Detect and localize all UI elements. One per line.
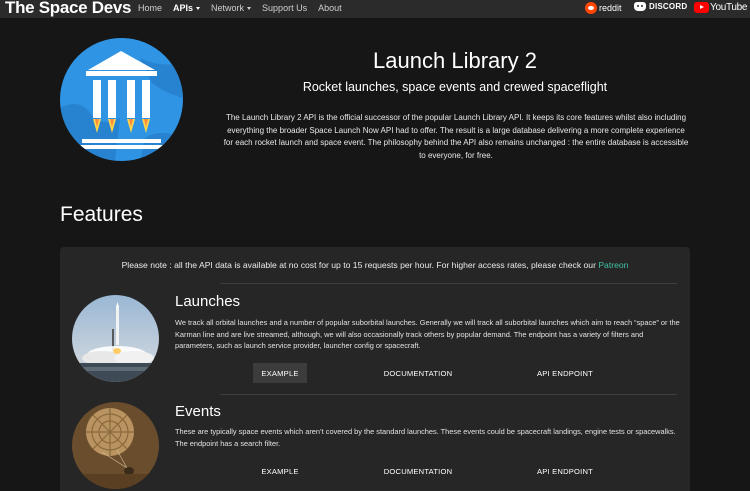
nav-support-us[interactable]: Support Us [262,3,307,13]
youtube-icon [694,2,709,13]
caret-down-icon [196,7,201,11]
page-title: Launch Library 2 [373,48,537,73]
capsule-landing-image [72,402,159,489]
rate-limit-notice: Please note : all the API data is availa… [60,260,690,270]
page-subtitle: Rocket launches, space events and crewed… [302,80,608,94]
reddit-label: reddit [599,3,622,13]
divider [220,394,677,395]
youtube-label: YouTube [710,2,748,13]
feature-desc-launches: We track all orbital launches and a numb… [175,318,680,350]
rocket-launch-image [72,295,159,382]
feature-title-launches: Launches [175,293,241,310]
nav-apis[interactable]: APIs [173,3,201,13]
building-rockets-icon [60,51,183,161]
features-card: Please note : all the API data is availa… [60,247,690,491]
nav-about-label: About [318,3,342,13]
discord-icon [634,2,646,11]
divider [220,283,677,284]
reddit-link[interactable]: reddit [585,2,622,14]
navbar: The Space Devs Home APIs Network Support… [0,0,750,18]
features-heading: Features [60,203,143,226]
launches-image [72,295,159,382]
nav-links: Home APIs Network Support Us About [138,3,353,13]
nav-network-label: Network [211,3,245,13]
launches-documentation-button[interactable]: DOCUMENTATION [378,363,458,383]
launches-example-button[interactable]: EXAMPLE [253,363,307,383]
discord-label: DISCORD [649,2,688,11]
notice-text: Please note : all the API data is availa… [121,260,599,270]
brand-title[interactable]: The Space Devs [5,0,132,18]
caret-down-icon [247,7,252,11]
feature-desc-events: These are typically space events which a… [175,427,676,448]
events-image [72,402,159,489]
feature-title-events: Events [175,403,221,420]
reddit-icon [585,2,597,14]
patreon-link[interactable]: Patreon [598,260,628,270]
discord-link[interactable]: DISCORD [634,2,687,11]
nav-support-label: Support Us [262,3,308,13]
nav-home-label: Home [138,3,163,13]
nav-home[interactable]: Home [138,3,162,13]
launch-library-logo [60,38,183,161]
launches-api-endpoint-button[interactable]: API ENDPOINT [530,363,600,383]
page-description: The Launch Library 2 API is the official… [223,113,689,160]
events-api-endpoint-button[interactable]: API ENDPOINT [530,461,600,481]
nav-network[interactable]: Network [211,3,252,13]
youtube-link[interactable]: YouTube [694,2,748,13]
nav-about[interactable]: About [318,3,342,13]
events-documentation-button[interactable]: DOCUMENTATION [378,461,458,481]
events-example-button[interactable]: EXAMPLE [253,461,307,481]
nav-apis-label: APIs [173,3,194,13]
